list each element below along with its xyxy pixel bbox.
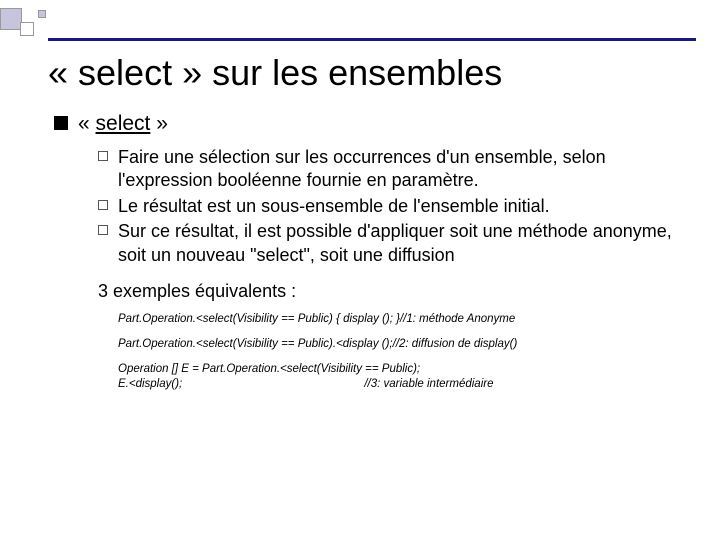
level1-item: « select »	[54, 112, 680, 136]
slide-content: « select » Faire une sélection sur les o…	[54, 112, 680, 392]
title-rule	[48, 38, 696, 41]
level2-text: Le résultat est un sous-ensemble de l'en…	[118, 195, 550, 218]
hollow-square-bullet-icon	[98, 151, 108, 161]
level1-suffix: »	[150, 112, 168, 135]
level1-keyword: select	[96, 112, 151, 135]
hollow-square-bullet-icon	[98, 225, 108, 235]
level1-text: « select »	[78, 112, 168, 136]
deco-square-large	[0, 8, 22, 30]
code-line: Part.Operation.<select(Visibility == Pub…	[118, 312, 680, 327]
deco-square-medium	[20, 22, 34, 36]
slide-title: « select » sur les ensembles	[48, 52, 502, 94]
code-examples: Part.Operation.<select(Visibility == Pub…	[118, 312, 680, 392]
level2-text: Faire une sélection sur les occurrences …	[118, 146, 680, 193]
examples-intro: 3 exemples équivalents :	[98, 281, 680, 302]
code-line: Part.Operation.<select(Visibility == Pub…	[118, 337, 680, 352]
level2-item: Le résultat est un sous-ensemble de l'en…	[98, 195, 680, 218]
hollow-square-bullet-icon	[98, 200, 108, 210]
corner-decoration	[0, 8, 46, 36]
level2-item: Faire une sélection sur les occurrences …	[98, 146, 680, 193]
code-line: Operation [] E = Part.Operation.<select(…	[118, 362, 680, 392]
level2-item: Sur ce résultat, il est possible d'appli…	[98, 220, 680, 267]
level2-text: Sur ce résultat, il est possible d'appli…	[118, 220, 680, 267]
level1-prefix: «	[78, 112, 96, 135]
level2-list: Faire une sélection sur les occurrences …	[98, 146, 680, 267]
deco-square-small	[38, 10, 46, 18]
square-bullet-icon	[54, 116, 68, 130]
